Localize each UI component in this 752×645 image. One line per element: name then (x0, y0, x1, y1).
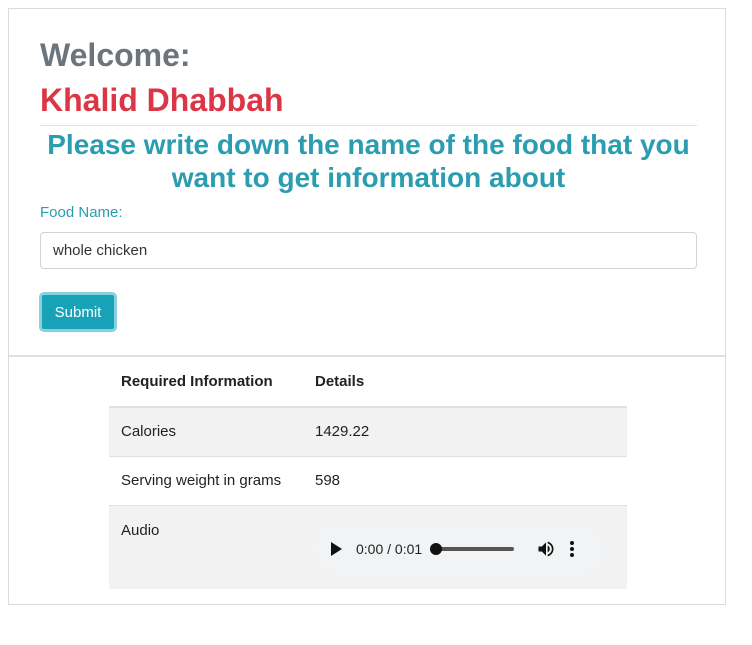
prompt-heading: Please write down the name of the food t… (47, 129, 690, 193)
main-card: Welcome: Khalid Dhabbah Please write dow… (8, 8, 726, 605)
column-header-required-information: Required Information (121, 373, 273, 390)
audio-player: 0:00 / 0:01 (313, 521, 605, 576)
audio-time-display: 0:00 / 0:01 (356, 540, 423, 557)
row-label-calories: Calories (121, 423, 177, 441)
column-header-details: Details (315, 373, 365, 390)
food-name-input[interactable] (40, 232, 697, 269)
row-value-serving-weight: 598 (315, 472, 341, 489)
table-row: Audio 0:00 / 0:01 (109, 505, 627, 589)
user-name: Khalid Dhabbah (40, 82, 284, 118)
audio-seek-slider[interactable] (430, 542, 515, 555)
row-value-calories: 1429.22 (315, 423, 370, 441)
row-label-serving-weight: Serving weight in grams (121, 472, 282, 489)
row-label-audio: Audio (121, 521, 160, 539)
more-options-icon[interactable] (570, 540, 575, 557)
seek-thumb[interactable] (430, 542, 443, 555)
table-row: Serving weight in grams 598 (109, 456, 627, 505)
submit-button[interactable]: Submit (39, 292, 117, 332)
food-name-label: Food Name: (40, 204, 123, 221)
header-divider (40, 125, 697, 126)
table-row: Calories 1429.22 (109, 407, 627, 456)
info-table: Required Information Details Calories 14… (109, 357, 627, 589)
volume-icon[interactable] (536, 539, 556, 559)
table-header-row: Required Information Details (109, 357, 627, 407)
play-icon[interactable] (331, 541, 342, 556)
row-value-audio: 0:00 / 0:01 (303, 505, 627, 589)
welcome-heading: Welcome: (40, 37, 191, 73)
